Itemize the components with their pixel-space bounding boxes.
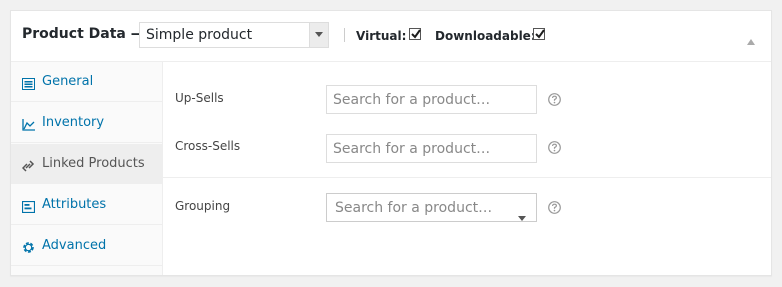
upsells-label: Up-Sells	[175, 91, 224, 105]
crosssells-placeholder: Search for a product…	[333, 141, 491, 157]
upsells-placeholder: Search for a product…	[333, 92, 491, 108]
crosssells-label: Cross-Sells	[175, 139, 241, 153]
virtual-label: Virtual:	[356, 29, 407, 43]
tab-inventory-label: Inventory	[42, 115, 105, 130]
product-type-select[interactable]: Simple product	[139, 22, 329, 48]
product-data-tabs: General Inventory Linked Products Attrib…	[11, 62, 163, 275]
tab-general-label: General	[42, 74, 94, 89]
section-divider	[163, 177, 771, 178]
general-icon	[22, 75, 35, 94]
grouping-help-icon[interactable]	[548, 199, 561, 214]
header-separator	[344, 28, 345, 42]
downloadable-checkbox[interactable]	[533, 28, 545, 40]
check-icon	[411, 29, 421, 39]
linked-products-panel: Up-Sells Search for a product… Cross-Sel…	[163, 62, 771, 275]
chevron-down-icon	[309, 23, 328, 47]
tab-attributes[interactable]: Attributes	[11, 185, 162, 225]
tab-linked-products-label: Linked Products	[42, 156, 145, 171]
grouping-placeholder: Search for a product…	[335, 200, 493, 216]
chevron-down-icon	[518, 206, 526, 225]
tab-advanced[interactable]: Advanced	[11, 226, 162, 266]
tab-linked-products[interactable]: Linked Products	[11, 144, 162, 184]
virtual-checkbox[interactable]	[409, 28, 421, 40]
tab-general[interactable]: General	[11, 62, 162, 102]
grouping-label: Grouping	[175, 199, 231, 213]
downloadable-label: Downloadable:	[435, 29, 536, 43]
tab-attributes-label: Attributes	[42, 197, 107, 212]
tab-inventory[interactable]: Inventory	[11, 103, 162, 143]
inventory-icon	[22, 116, 35, 135]
crosssells-search-input[interactable]: Search for a product…	[326, 134, 537, 163]
link-icon	[21, 157, 35, 176]
product-data-panel: Product Data — Simple product Virtual: D…	[10, 10, 772, 276]
upsells-search-input[interactable]: Search for a product…	[326, 85, 537, 114]
check-icon	[535, 29, 545, 39]
gear-icon	[22, 239, 35, 258]
product-type-value: Simple product	[146, 27, 253, 43]
collapse-toggle-icon[interactable]	[747, 30, 755, 49]
panel-title: Product Data —	[22, 26, 145, 42]
attributes-icon	[21, 198, 36, 217]
panel-header: Product Data — Simple product Virtual: D…	[11, 11, 771, 62]
tab-advanced-label: Advanced	[42, 238, 107, 253]
grouping-select[interactable]: Search for a product…	[326, 193, 537, 222]
upsells-help-icon[interactable]	[548, 91, 561, 106]
crosssells-help-icon[interactable]	[548, 139, 561, 154]
